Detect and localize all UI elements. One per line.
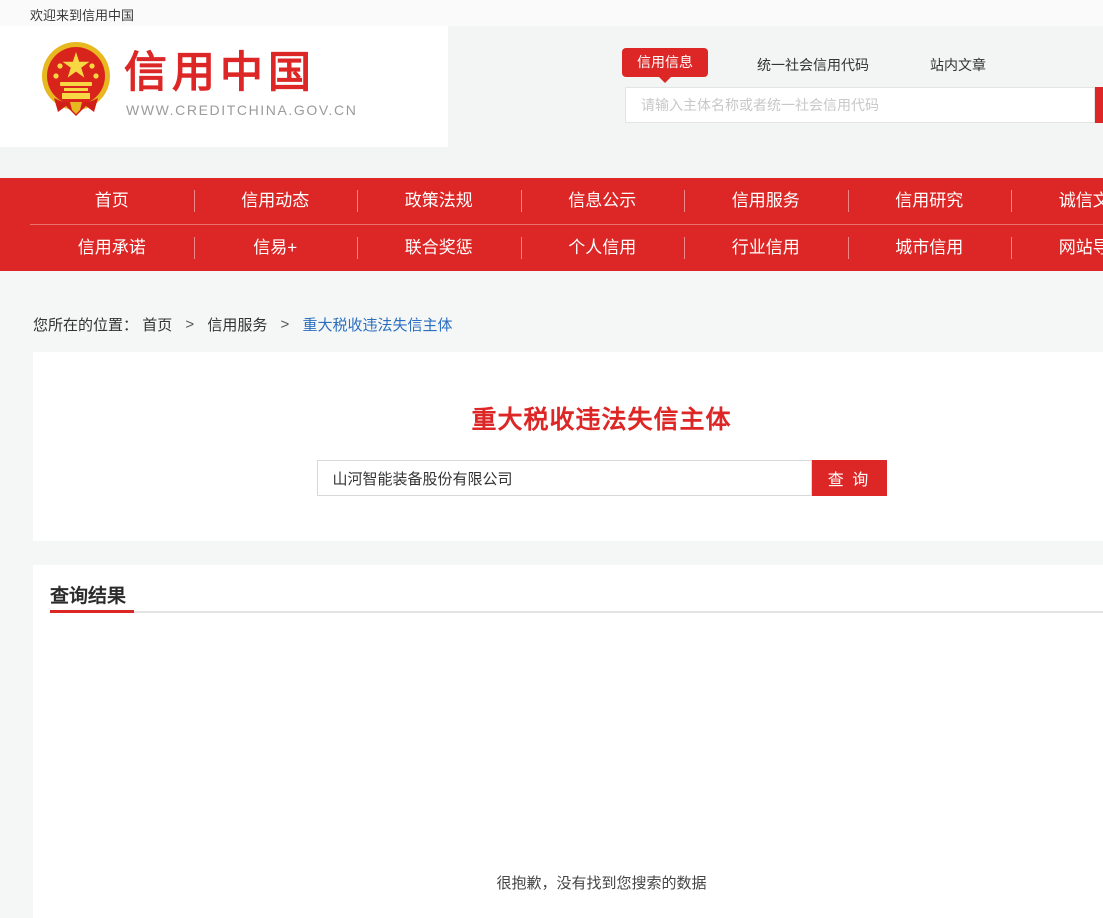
breadcrumb-separator: > [185,316,194,333]
main-navigation: 首页 信用动态 政策法规 信息公示 信用服务 信用研究 诚信文化 信用承诺 信易… [0,178,1103,271]
breadcrumb-prefix: 您所在的位置： [33,317,138,334]
tab-credit-info[interactable]: 信用信息 [622,48,708,77]
entity-query-input[interactable] [317,460,812,496]
tab-site-articles[interactable]: 站内文章 [930,55,986,75]
nav-item-industry-credit[interactable]: 行业信用 [684,225,848,271]
page-title: 重大税收违法失信主体 [33,400,1103,436]
national-emblem-logo-icon[interactable] [40,40,112,118]
results-divider [50,611,1103,613]
nav-row-2: 信用承诺 信易+ 联合奖惩 个人信用 行业信用 城市信用 网站导航 [30,225,1103,271]
query-button[interactable]: 查 询 [812,460,887,496]
nav-item-joint-reward-punishment[interactable]: 联合奖惩 [357,225,521,271]
nav-row-1: 首页 信用动态 政策法规 信息公示 信用服务 信用研究 诚信文化 [30,178,1103,224]
results-panel: 查询结果 很抱歉，没有找到您搜索的数据 [33,565,1103,918]
brand-url: WWW.CREDITCHINA.GOV.CN [126,102,357,118]
breadcrumb-credit-services[interactable]: 信用服务 [207,317,267,334]
brand-title[interactable]: 信用中国 [124,50,316,97]
nav-item-credit-research[interactable]: 信用研究 [848,178,1012,224]
tab-pointer-icon [659,77,671,83]
breadcrumb-separator: > [281,316,290,333]
tab-unified-social-credit-code[interactable]: 统一社会信用代码 [757,55,869,75]
breadcrumb-current-page[interactable]: 重大税收违法失信主体 [302,317,452,334]
nav-item-home[interactable]: 首页 [30,178,194,224]
nav-item-personal-credit[interactable]: 个人信用 [521,225,685,271]
query-row: 查 询 [317,460,887,496]
nav-item-credit-commitment[interactable]: 信用承诺 [30,225,194,271]
nav-item-xinyi-plus[interactable]: 信易+ [194,225,358,271]
results-divider-accent [50,610,134,613]
header: 信用中国 WWW.CREDITCHINA.GOV.CN 信用信息 统一社会信用代… [0,26,1103,178]
nav-item-integrity-culture[interactable]: 诚信文化 [1011,178,1103,224]
results-heading: 查询结果 [50,581,126,608]
greeting-text: 欢迎来到信用中国 [30,5,134,24]
breadcrumb-home[interactable]: 首页 [142,317,172,334]
nav-item-credit-news[interactable]: 信用动态 [194,178,358,224]
query-panel: 重大税收违法失信主体 查 询 [33,352,1103,541]
top-greeting-bar: 欢迎来到信用中国 [0,0,1103,26]
tab-credit-info-label: 信用信息 [637,54,693,70]
empty-result-message: 很抱歉，没有找到您搜索的数据 [33,872,1103,893]
breadcrumb: 您所在的位置： 首页 > 信用服务 > 重大税收违法失信主体 [33,314,452,335]
nav-item-site-map[interactable]: 网站导航 [1011,225,1103,271]
header-search-button[interactable] [1095,87,1103,123]
header-search-input[interactable] [625,87,1095,123]
nav-item-credit-services[interactable]: 信用服务 [684,178,848,224]
nav-item-policies[interactable]: 政策法规 [357,178,521,224]
nav-item-city-credit[interactable]: 城市信用 [848,225,1012,271]
nav-item-info-disclosure[interactable]: 信息公示 [521,178,685,224]
